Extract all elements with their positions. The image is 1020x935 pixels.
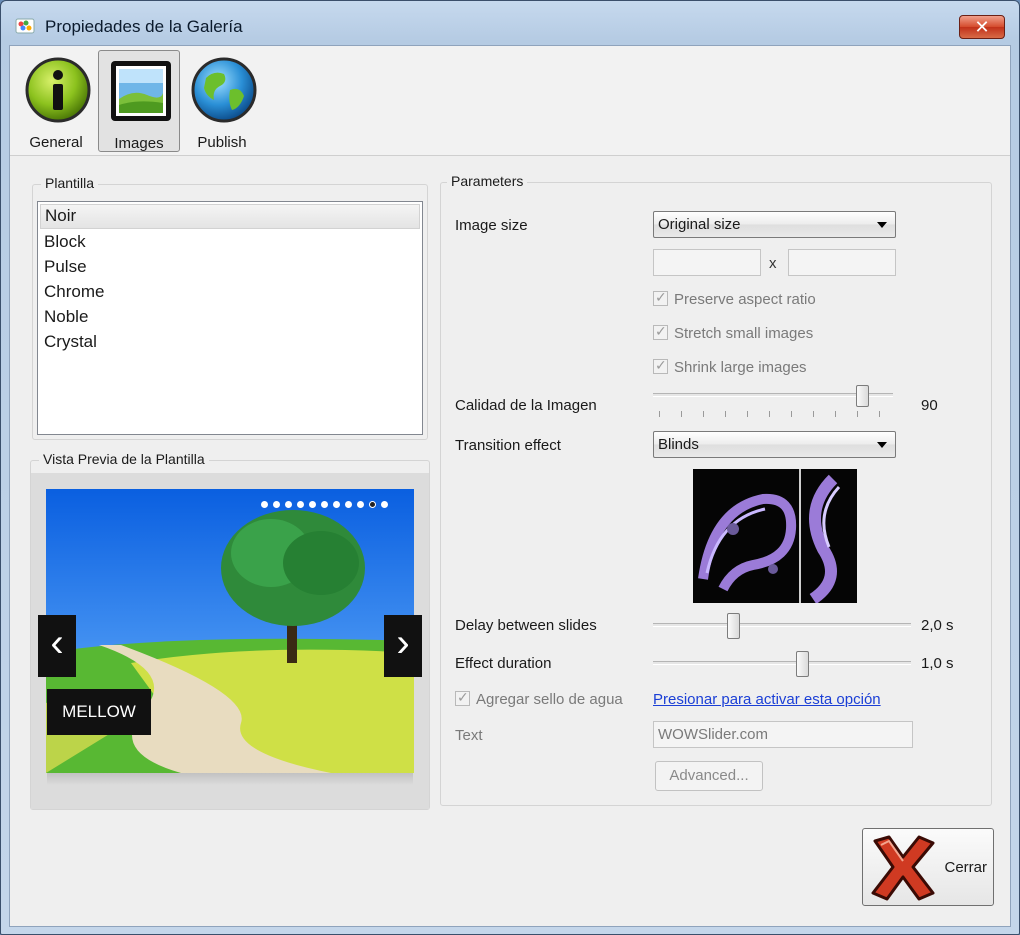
preview-bullet[interactable] bbox=[261, 501, 268, 508]
stretch-small-checkbox[interactable]: Stretch small images bbox=[653, 323, 814, 342]
chevron-down-icon bbox=[877, 222, 887, 228]
preview-bullet[interactable] bbox=[297, 501, 304, 508]
duration-label: Effect duration bbox=[455, 655, 552, 672]
slider-tick bbox=[681, 411, 682, 417]
list-item[interactable]: Noir bbox=[40, 204, 420, 229]
transition-select[interactable]: Blinds bbox=[653, 431, 896, 458]
list-item[interactable]: Pulse bbox=[38, 254, 422, 279]
preview-bullet[interactable] bbox=[369, 501, 376, 508]
delay-slider-track[interactable] bbox=[653, 623, 911, 627]
slider-tick bbox=[769, 411, 770, 417]
preserve-aspect-label: Preserve aspect ratio bbox=[674, 291, 816, 308]
preview-bullet[interactable] bbox=[321, 501, 328, 508]
watermark-activate-link[interactable]: Presionar para activar esta opción bbox=[653, 691, 881, 708]
chevron-down-icon bbox=[877, 442, 887, 448]
slider-tick bbox=[659, 411, 660, 417]
picture-icon bbox=[111, 61, 171, 121]
watermark-label: Agregar sello de agua bbox=[476, 691, 623, 708]
info-icon bbox=[25, 57, 91, 123]
window-close-button[interactable]: ✕ bbox=[959, 15, 1005, 39]
shrink-large-label: Shrink large images bbox=[674, 359, 807, 376]
transition-value: Blinds bbox=[658, 436, 699, 453]
preview-caption: MELLOW bbox=[47, 689, 151, 735]
tab-label: Publish bbox=[197, 134, 247, 151]
advanced-button[interactable]: Advanced... bbox=[655, 761, 763, 791]
image-size-label: Image size bbox=[455, 217, 528, 234]
globe-icon bbox=[191, 57, 257, 123]
transition-preview-image bbox=[693, 469, 857, 603]
text-label: Text bbox=[455, 727, 483, 744]
stretch-small-label: Stretch small images bbox=[674, 325, 814, 342]
slider-tick bbox=[747, 411, 748, 417]
width-input[interactable] bbox=[653, 249, 761, 276]
dialog-window: Propiedades de la Galería ✕ General Imag… bbox=[0, 0, 1020, 935]
size-separator: x bbox=[769, 255, 777, 272]
checkbox-box bbox=[653, 289, 668, 306]
preview-bullet[interactable] bbox=[333, 501, 340, 508]
window-title: Propiedades de la Galería bbox=[45, 17, 243, 36]
preview-bullet[interactable] bbox=[381, 501, 388, 508]
template-group: Plantilla Noir Block Pulse Chrome Noble … bbox=[32, 175, 428, 440]
preview-image bbox=[46, 489, 414, 785]
slider-tick bbox=[725, 411, 726, 417]
duration-slider-thumb[interactable] bbox=[796, 651, 809, 677]
slider-tick bbox=[857, 411, 858, 417]
transition-label: Transition effect bbox=[455, 437, 561, 454]
delay-value: 2,0 s bbox=[921, 617, 954, 634]
list-item[interactable]: Noble bbox=[38, 304, 422, 329]
image-size-select[interactable]: Original size bbox=[653, 211, 896, 238]
preview-bullet[interactable] bbox=[285, 501, 292, 508]
watermark-checkbox[interactable]: Agregar sello de agua bbox=[455, 689, 623, 708]
shrink-large-checkbox[interactable]: Shrink large images bbox=[653, 357, 807, 376]
dialog-client: General Images Publish Plantilla Noir Bl… bbox=[9, 45, 1011, 927]
template-list[interactable]: Noir Block Pulse Chrome Noble Crystal bbox=[37, 201, 423, 435]
height-input[interactable] bbox=[788, 249, 896, 276]
toolbar: General Images Publish bbox=[10, 46, 1010, 156]
preview-bullet[interactable] bbox=[273, 501, 280, 508]
watermark-text-input[interactable]: WOWSlider.com bbox=[653, 721, 913, 748]
delay-label: Delay between slides bbox=[455, 617, 597, 634]
tab-general[interactable]: General bbox=[16, 50, 96, 152]
list-item[interactable]: Crystal bbox=[38, 329, 422, 354]
close-dialog-label: Cerrar bbox=[944, 859, 987, 876]
list-item[interactable]: Chrome bbox=[38, 279, 422, 304]
preview-box: ‹ › MELLOW bbox=[31, 473, 429, 809]
slider-tick bbox=[879, 411, 880, 417]
checkbox-box bbox=[455, 689, 470, 706]
preview-bullet[interactable] bbox=[309, 501, 316, 508]
slider-tick bbox=[791, 411, 792, 417]
app-icon bbox=[15, 18, 35, 34]
close-x-icon bbox=[871, 835, 935, 901]
duration-value: 1,0 s bbox=[921, 655, 954, 672]
preserve-aspect-checkbox[interactable]: Preserve aspect ratio bbox=[653, 289, 816, 308]
preview-next-button[interactable]: › bbox=[384, 615, 422, 677]
tab-label: General bbox=[29, 134, 83, 151]
parameters-group: Parameters Image size Original size x Pr… bbox=[440, 173, 992, 806]
tab-images[interactable]: Images bbox=[98, 50, 180, 152]
quality-value: 90 bbox=[921, 397, 938, 414]
template-legend: Plantilla bbox=[41, 175, 99, 191]
slider-tick bbox=[703, 411, 704, 417]
parameters-legend: Parameters bbox=[447, 173, 528, 189]
title-bar: Propiedades de la Galería ✕ bbox=[1, 1, 1019, 45]
tab-publish[interactable]: Publish bbox=[182, 50, 262, 152]
slider-tick bbox=[813, 411, 814, 417]
close-dialog-button[interactable]: Cerrar bbox=[862, 828, 994, 906]
quality-slider-thumb[interactable] bbox=[856, 385, 869, 407]
duration-slider-track[interactable] bbox=[653, 661, 911, 665]
list-item[interactable]: Block bbox=[38, 229, 422, 254]
preview-group: Vista Previa de la Plantilla ‹ › MELLOW bbox=[30, 451, 430, 810]
checkbox-box bbox=[653, 323, 668, 340]
quality-label: Calidad de la Imagen bbox=[455, 397, 597, 414]
image-size-value: Original size bbox=[658, 216, 741, 233]
preview-bullet[interactable] bbox=[345, 501, 352, 508]
delay-slider-thumb[interactable] bbox=[727, 613, 740, 639]
preview-legend: Vista Previa de la Plantilla bbox=[39, 451, 209, 467]
preview-prev-button[interactable]: ‹ bbox=[38, 615, 76, 677]
preview-bullet[interactable] bbox=[357, 501, 364, 508]
slider-tick bbox=[835, 411, 836, 417]
checkbox-box bbox=[653, 357, 668, 374]
tab-label: Images bbox=[114, 135, 164, 152]
